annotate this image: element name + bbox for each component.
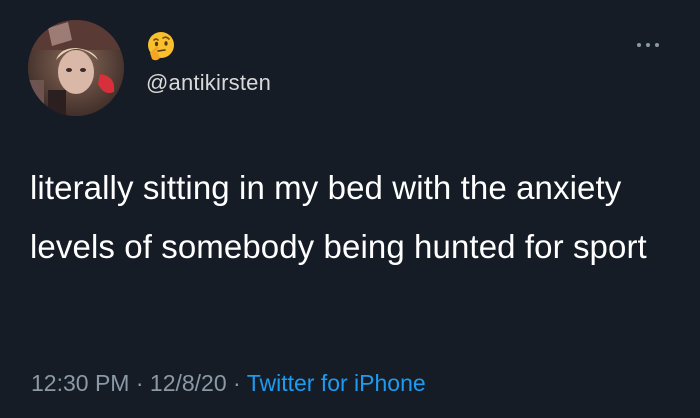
tweet-metadata: 12:30 PM · 12/8/20 · Twitter for iPhone	[31, 370, 426, 397]
thinking-face-emoji-icon	[148, 32, 174, 61]
tweet-card: @antikirsten literally sitting in my bed…	[0, 0, 700, 418]
meta-separator: ·	[233, 370, 241, 396]
tweet-source-link[interactable]: Twitter for iPhone	[247, 370, 426, 396]
profile-photo-icon	[28, 20, 124, 116]
tweet-time[interactable]: 12:30 PM	[31, 370, 129, 396]
avatar[interactable]	[28, 20, 124, 116]
tweet-date[interactable]: 12/8/20	[150, 370, 227, 396]
tweet-text: literally sitting in my bed with the anx…	[30, 169, 647, 265]
ellipsis-icon[interactable]	[637, 40, 663, 50]
meta-separator: ·	[135, 370, 144, 396]
author-handle[interactable]: @antikirsten	[146, 70, 271, 96]
